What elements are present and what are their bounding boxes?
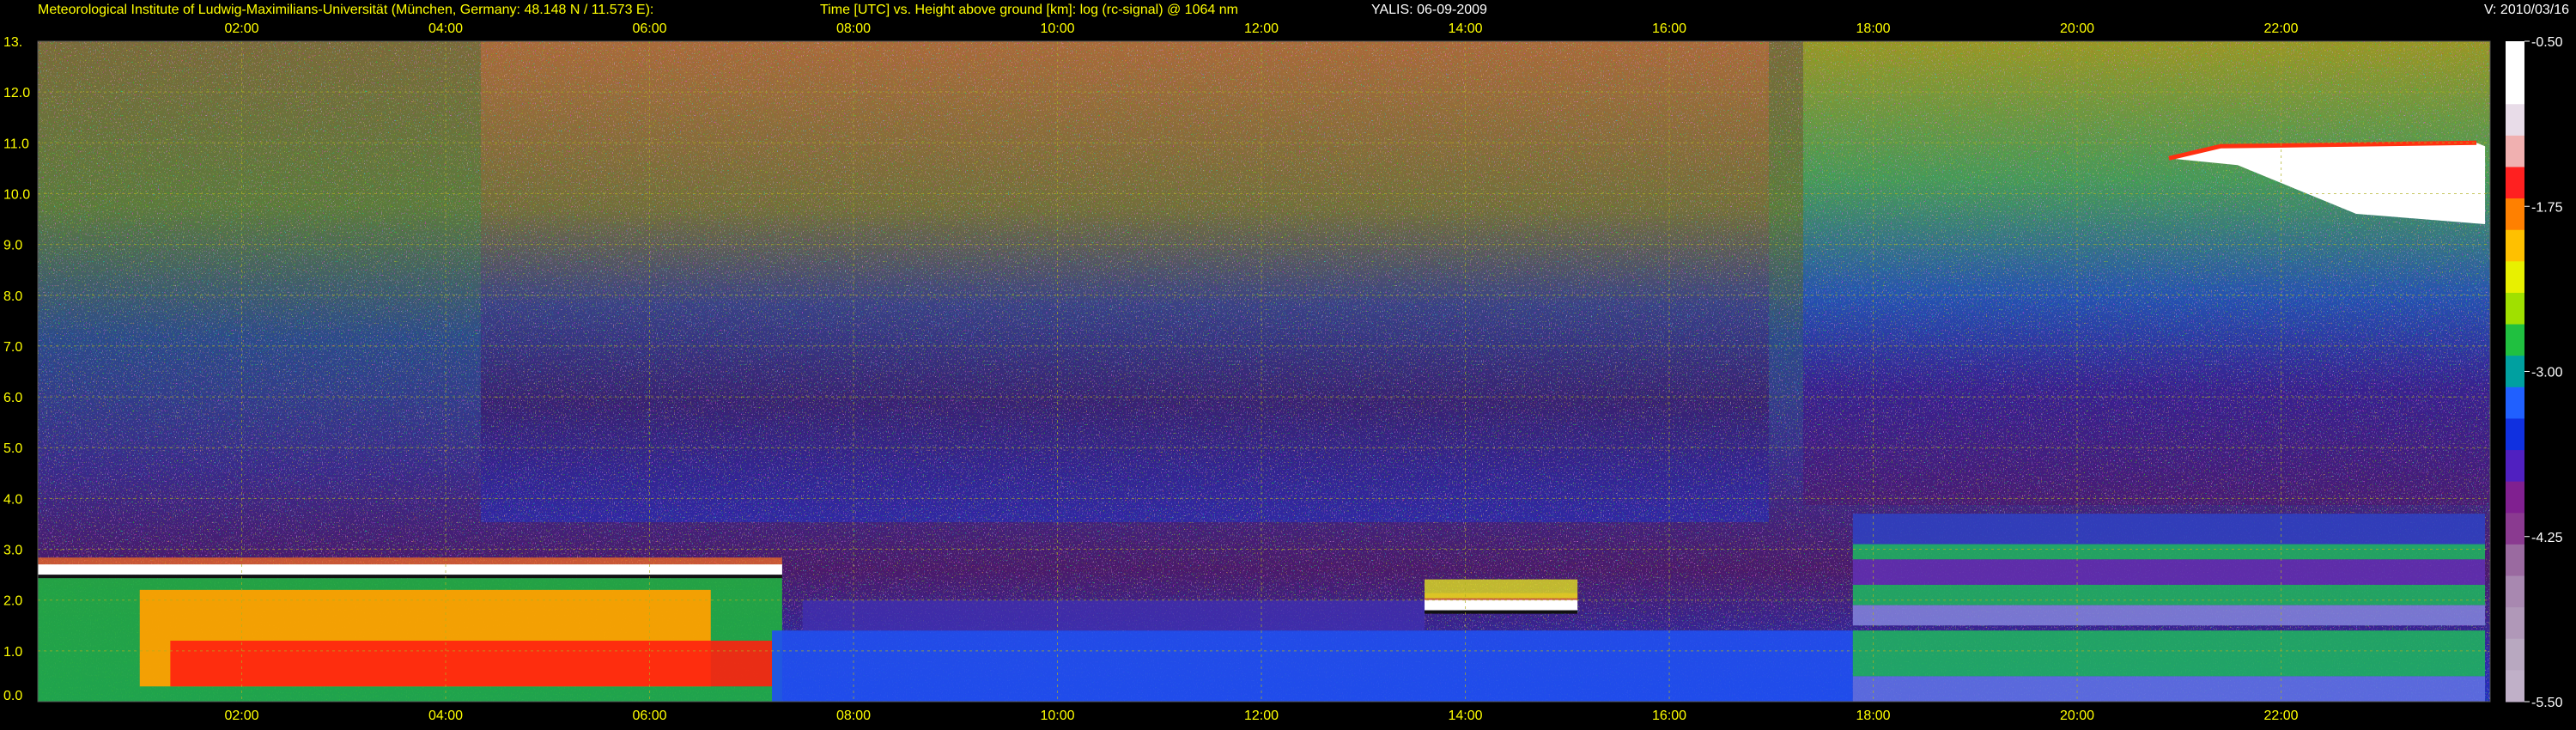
feature-1-edge [1425, 610, 1578, 614]
colorbar-label: -3.00 [2531, 366, 2563, 380]
feature-rl-green-2 [1852, 584, 2486, 605]
y-tick-label: 8.0 [3, 289, 22, 304]
y-tick-label: 6.0 [3, 391, 22, 405]
y-axis: 0.0 1.0 2.0 3.0 4.0 5.0 6.0 7.0 8.0 9.0 10.0 11.0 12… [3, 35, 30, 703]
instrument-date-header: YALIS: 06-09-2009 [1371, 3, 1487, 17]
x-tick-label-bottom: 10:00 [1041, 709, 1075, 723]
colorbar-swatch [2506, 481, 2524, 514]
colorbar-swatch [2506, 575, 2524, 608]
x-tick-label-top: 04:00 [428, 21, 463, 36]
colorbar-swatch [2506, 292, 2524, 325]
y-tick-label: 3.0 [3, 544, 22, 558]
x-tick-label-bottom: 08:00 [836, 709, 871, 723]
colorbar-swatch [2506, 356, 2524, 388]
feature-rl-base [1852, 676, 2486, 702]
colorbar-swatch [2506, 229, 2524, 262]
x-tick-label-bottom: 04:00 [428, 709, 463, 723]
x-tick-label-top: 12:00 [1244, 21, 1279, 36]
colorbar-swatch [2506, 638, 2524, 671]
feature-rl-top [1852, 514, 2486, 550]
colorbar-swatch [2506, 135, 2524, 167]
plot-area [37, 40, 2491, 703]
x-tick-label-bottom: 12:00 [1244, 709, 1279, 723]
version-header: V: 2010/03/16 [2484, 3, 2569, 17]
x-tick-label-top: 22:00 [2264, 21, 2299, 36]
colorbar-swatch [2506, 167, 2524, 199]
y-tick-label: 2.0 [3, 594, 22, 609]
x-tick-label-bottom: 22:00 [2264, 709, 2299, 723]
y-tick-label: 12.0 [3, 86, 30, 100]
colorbar-swatch [2506, 386, 2524, 419]
colorbar-swatch [2506, 513, 2524, 545]
y-tick-label: 10.0 [3, 187, 30, 202]
x-tick-label-top: 02:00 [224, 21, 258, 36]
feature-0-edge [38, 575, 782, 579]
x-tick-label-top: 06:00 [632, 21, 666, 36]
colorbar-label: -4.25 [2531, 531, 2563, 545]
x-tick-label-bottom: 18:00 [1856, 709, 1891, 723]
colorbar-label: -1.75 [2531, 200, 2563, 215]
x-tick-label-top: 18:00 [1856, 21, 1891, 36]
institute-header: Meteorological Institute of Ludwig-Maxim… [38, 3, 653, 17]
feature-rl-purple [1852, 559, 2486, 585]
colorbar-label: -0.50 [2531, 35, 2563, 50]
feature-rl-lavender [1852, 605, 2486, 626]
colorbar-swatch [2506, 418, 2524, 451]
x-axis-bottom: 02:00 04:00 06:00 08:00 10:00 12:00 14:00 16:00… [224, 709, 2298, 723]
y-tick-label: 13. [3, 35, 22, 50]
colorbar-swatch [2506, 450, 2524, 483]
colorbar-swatch [2506, 607, 2524, 640]
x-tick-label-bottom: 02:00 [224, 709, 258, 723]
colorbar-swatch [2506, 324, 2524, 356]
feature-rl-green-3 [1852, 630, 2486, 677]
y-tick-label: 7.0 [3, 340, 22, 355]
x-tick-label-top: 20:00 [2060, 21, 2094, 36]
x-tick-label-top: 16:00 [1652, 21, 1686, 36]
y-tick-label: 5.0 [3, 441, 22, 456]
x-axis-top: 02:00 04:00 06:00 08:00 10:00 12:00 14:00 16:00… [224, 21, 2298, 36]
colorbar-swatch [2506, 261, 2524, 294]
feature-1-band [1425, 599, 1578, 611]
colorbar-swatch [2506, 670, 2524, 703]
colorbar-swatch [2506, 41, 2524, 74]
x-tick-label-top: 14:00 [1449, 21, 1483, 36]
y-tick-label: 9.0 [3, 239, 22, 253]
y-tick-label: 11.0 [3, 137, 29, 151]
feature-0-band [38, 564, 782, 575]
y-tick-label: 4.0 [3, 492, 22, 507]
feature-bl-core [170, 641, 773, 687]
colorbar: -0.50 -1.75 -3.00 -4.25 -5.50 [2506, 35, 2563, 710]
feature-rl-green-1 [1852, 544, 2486, 560]
x-tick-label-bottom: 20:00 [2060, 709, 2094, 723]
colorbar-swatch [2506, 544, 2524, 577]
x-tick-label-bottom: 14:00 [1449, 709, 1483, 723]
x-tick-label-top: 08:00 [836, 21, 871, 36]
x-tick-label-bottom: 06:00 [632, 709, 666, 723]
feature-1-glow [1425, 579, 1578, 599]
lidar-quicklook-chart: Meteorological Institute of Ludwig-Maxim… [3, 3, 2569, 723]
x-tick-label-bottom: 16:00 [1652, 709, 1686, 723]
axes-description-header: Time [UTC] vs. Height above ground [km]:… [820, 3, 1238, 17]
y-tick-label: 0.0 [3, 689, 22, 703]
x-tick-label-top: 10:00 [1041, 21, 1075, 36]
feature-daytime-bl [772, 630, 1853, 702]
colorbar-swatch [2506, 72, 2524, 105]
colorbar-label: -5.50 [2531, 696, 2563, 710]
feature-daytime-bl-top [802, 599, 1425, 631]
colorbar-swatch [2506, 104, 2524, 137]
y-tick-label: 1.0 [3, 645, 22, 660]
colorbar-swatch [2506, 198, 2524, 231]
